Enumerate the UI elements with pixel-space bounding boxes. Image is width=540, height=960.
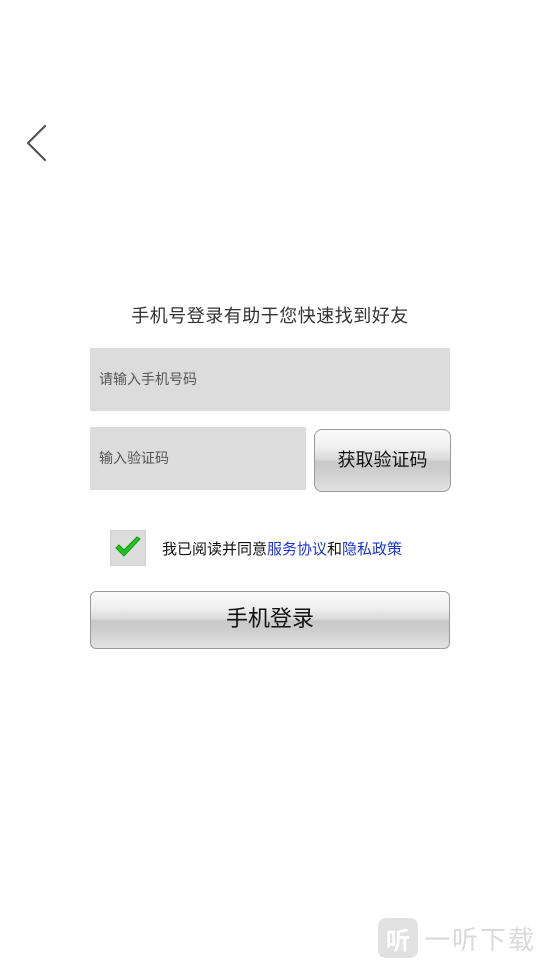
- login-screen: 手机号登录有助于您快速找到好友 获取验证码 我已阅读并同意服务协议和隐私政策 手…: [0, 0, 540, 960]
- watermark: 听 一听下载: [377, 918, 536, 958]
- phone-login-button[interactable]: 手机登录: [90, 591, 450, 649]
- get-code-button[interactable]: 获取验证码: [314, 429, 451, 492]
- watermark-logo: 听: [377, 918, 418, 958]
- back-button[interactable]: [18, 118, 58, 168]
- privacy-policy-link[interactable]: 隐私政策: [342, 540, 402, 558]
- service-agreement-link[interactable]: 服务协议: [267, 540, 327, 558]
- page-subtitle: 手机号登录有助于您快速找到好友: [131, 306, 409, 327]
- agreement-checkbox[interactable]: [110, 530, 146, 566]
- agreement-text: 我已阅读并同意服务协议和隐私政策: [162, 538, 402, 559]
- chevron-left-icon: [26, 124, 47, 162]
- agreement-row: 我已阅读并同意服务协议和隐私政策: [110, 530, 402, 566]
- verification-code-input[interactable]: [90, 427, 306, 490]
- phone-number-input[interactable]: [90, 348, 450, 411]
- agreement-conjunction: 和: [327, 539, 343, 558]
- agreement-prefix: 我已阅读并同意: [162, 539, 268, 558]
- watermark-text: 一听下载: [423, 925, 536, 956]
- checkmark-icon: [115, 536, 141, 557]
